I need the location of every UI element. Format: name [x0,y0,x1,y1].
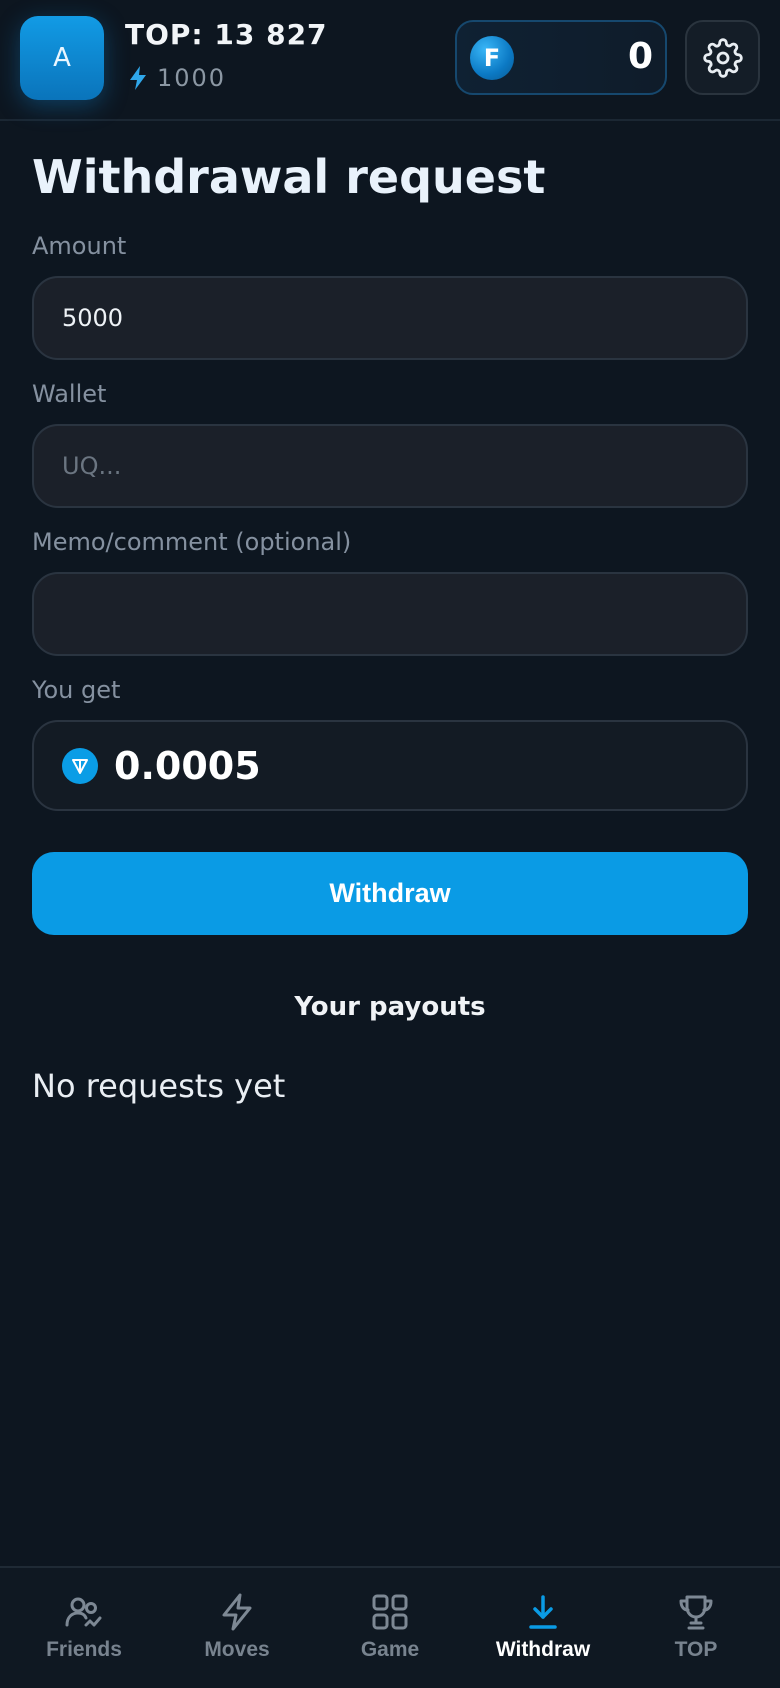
nav-label-withdraw: Withdraw [495,1638,591,1661]
settings-button[interactable] [685,20,760,95]
nav-item-top[interactable]: TOP [618,1568,774,1688]
nav-item-game[interactable]: Game [312,1568,468,1688]
amount-label: Amount [32,232,127,260]
coin-icon: F [470,36,514,80]
wallet-input[interactable] [62,452,746,480]
nav-label-friends: Friends [46,1638,122,1661]
coin-letter: F [483,44,501,72]
top-bar: A TOP: 13 827 1000 F 0 [0,0,780,121]
nav-item-withdraw[interactable]: Withdraw [465,1568,621,1688]
nav-item-moves[interactable]: Moves [159,1568,315,1688]
memo-input[interactable] [62,600,746,628]
page-title: Withdrawal request [32,150,546,204]
friends-icon [65,1597,102,1627]
lightning-icon [130,66,146,90]
top-rank-label: TOP: 13 827 [125,18,328,51]
withdraw-button[interactable]: Withdraw [32,852,748,935]
amount-field-wrapper [32,276,748,360]
energy-value: 1000 [157,64,227,92]
download-icon [529,1595,557,1629]
nav-label-game: Game [360,1638,420,1661]
balance-display[interactable]: F 0 [455,20,667,95]
ton-icon [62,747,98,784]
energy-counter: 1000 [127,63,226,93]
nav-item-friends[interactable]: Friends [6,1568,162,1688]
you-get-label: You get [32,676,121,704]
payouts-heading: Your payouts [294,992,486,1022]
trophy-icon [679,1595,713,1630]
wallet-field-wrapper [32,424,748,508]
avatar[interactable]: A [20,16,104,100]
bottom-nav: Friends Moves Game Withdraw TOP [0,1566,780,1688]
nav-label-top: TOP [674,1638,718,1661]
avatar-letter: A [53,43,71,73]
you-get-value: 0.0005 [114,743,261,788]
grid-icon [372,1594,408,1630]
nav-label-moves: Moves [204,1638,270,1661]
app-screen: A TOP: 13 827 1000 F 0 Withdrawal reques… [0,0,780,1688]
memo-field-wrapper [32,572,748,656]
you-get-display: 0.0005 [32,720,748,811]
memo-label: Memo/comment (optional) [32,528,352,556]
wallet-label: Wallet [32,380,107,408]
payouts-empty-state: No requests yet [32,1067,286,1105]
balance-value: 0 [627,36,653,77]
lightning-icon [222,1593,252,1631]
gear-icon [702,37,743,78]
amount-input[interactable] [62,304,746,332]
